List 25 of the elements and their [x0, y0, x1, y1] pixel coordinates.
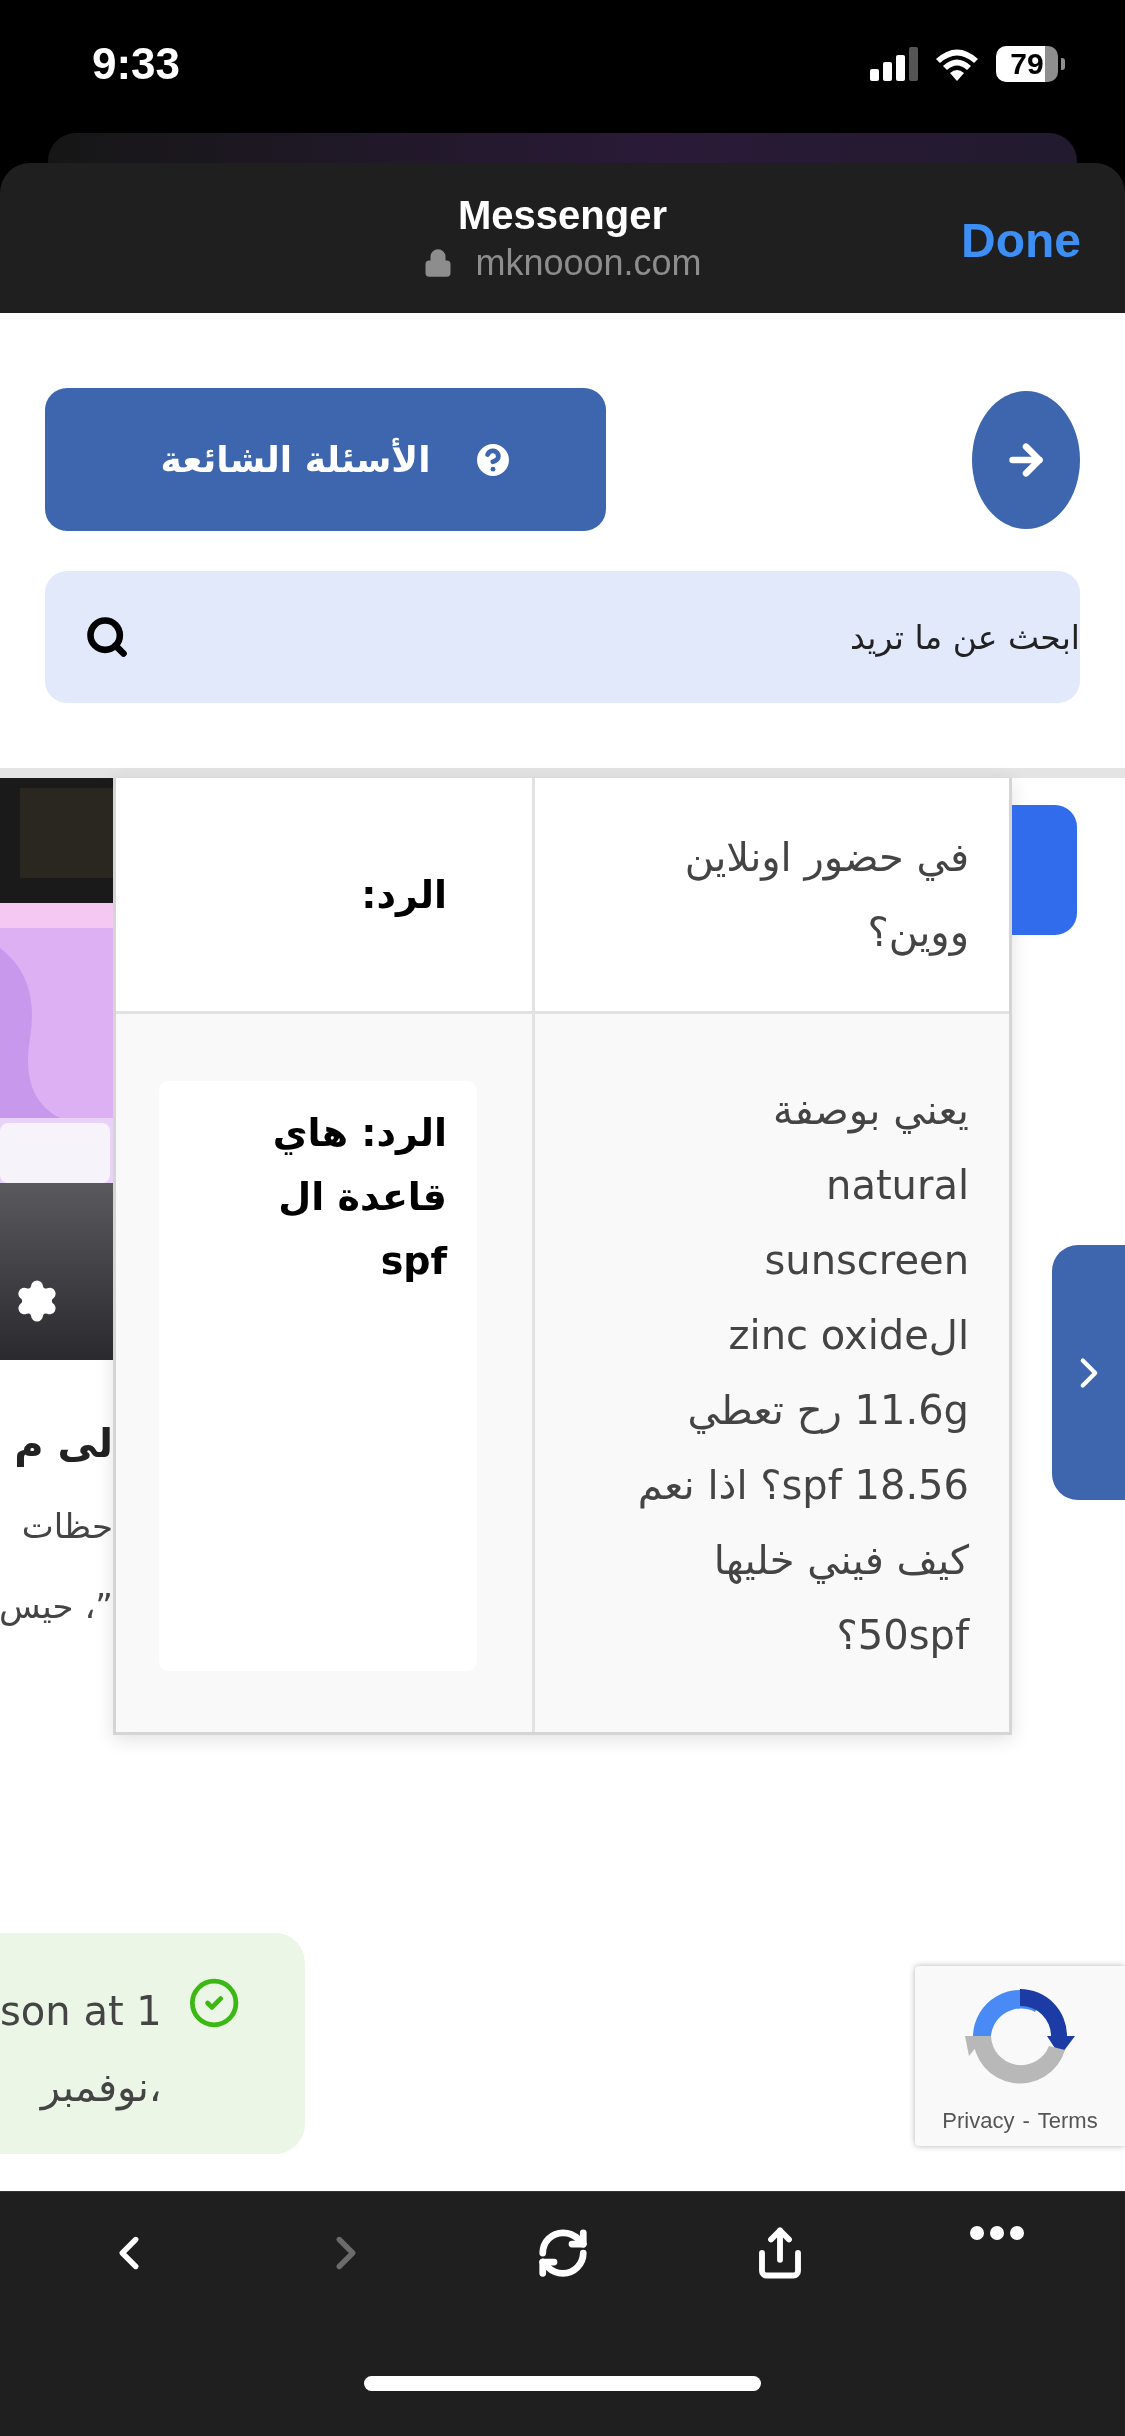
question-text: يعني بوصفة natural sunscreen الzinc oxide 11.6g رح تعطي spf 18.56؟ اذا نعم كيف فيني خليها 50spf؟ [636, 1086, 969, 1660]
toast-text: نوفمبر، [40, 2063, 162, 2113]
status-time: 9:33 [92, 38, 181, 89]
toast-text: son at 1 [0, 1987, 162, 2036]
page-title: Messenger [458, 192, 667, 238]
answer-text: الرد: هاي قاعدة ال spf [159, 1081, 477, 1671]
page-url: mknooon.com [475, 241, 702, 284]
answer-text: الرد: [360, 871, 447, 919]
privacy-link[interactable]: Privacy [942, 2108, 1015, 2134]
done-button[interactable]: Done [961, 213, 1081, 268]
article-heading: لى م [14, 1420, 113, 1466]
next-tab[interactable] [1052, 1245, 1125, 1500]
search-field[interactable]: ابحث عن ما تريد [45, 571, 1080, 703]
search-icon [85, 615, 129, 659]
link-separator: - [1022, 2108, 1030, 2134]
battery-level: 79 [996, 45, 1058, 82]
side-tab[interactable] [1012, 805, 1077, 935]
signal-icon [870, 46, 918, 81]
question-text: في حضور اونلاين ووين؟ [683, 832, 969, 958]
more-icon [969, 2226, 1024, 2240]
article-text: ”، حيس [0, 1586, 113, 1626]
faq-button[interactable]: الأسئلة الشائعة [45, 388, 606, 531]
terms-link[interactable]: Terms [1037, 2108, 1098, 2134]
lock-icon [423, 247, 454, 278]
article-text: حظات [21, 1506, 113, 1546]
